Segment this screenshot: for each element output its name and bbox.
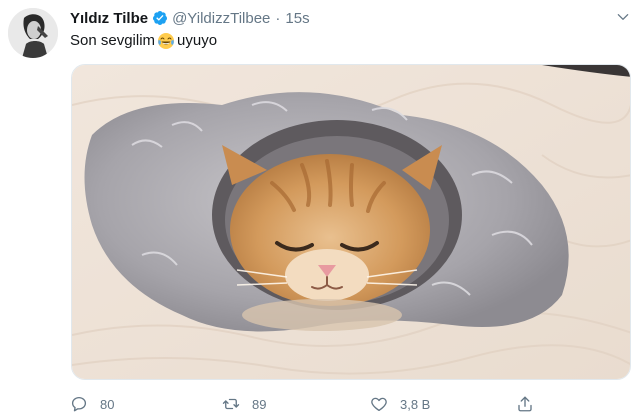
share-button[interactable]: [516, 392, 534, 416]
tweet-media[interactable]: [71, 64, 631, 380]
like-button[interactable]: 3,8 B: [370, 392, 430, 416]
tweet-text-part-2: uyuyo: [177, 32, 218, 49]
avatar-image: [8, 8, 58, 58]
tweet-header: Yıldız Tilbe @YildizzTilbee · 15s: [70, 7, 310, 29]
kitten-photo-image: [72, 65, 630, 379]
timestamp[interactable]: 15s: [285, 10, 309, 27]
verified-badge-icon: [153, 11, 168, 25]
author-name[interactable]: Yıldız Tilbe: [70, 10, 148, 27]
retweet-count: 89: [252, 396, 267, 412]
retweet-button[interactable]: 89: [222, 392, 266, 416]
share-icon: [518, 396, 532, 412]
separator-dot: ·: [275, 9, 281, 27]
reply-button[interactable]: 80: [70, 392, 114, 416]
author-handle[interactable]: @YildizzTilbee: [172, 10, 270, 27]
chevron-down-icon[interactable]: [616, 10, 630, 24]
reply-count: 80: [100, 396, 115, 412]
reply-icon: [71, 396, 87, 412]
crying-laughing-face-icon: [158, 33, 175, 49]
heart-icon: [371, 397, 387, 412]
like-count: 3,8 B: [400, 396, 431, 412]
tweet-text-part-1: Son sevgilim: [70, 32, 156, 49]
tweet-actions: 80 89 3,8 B: [70, 392, 540, 416]
avatar[interactable]: [8, 8, 58, 58]
retweet-icon: [222, 398, 240, 410]
tweet-text: Son sevgilim uyuyo: [70, 31, 217, 51]
